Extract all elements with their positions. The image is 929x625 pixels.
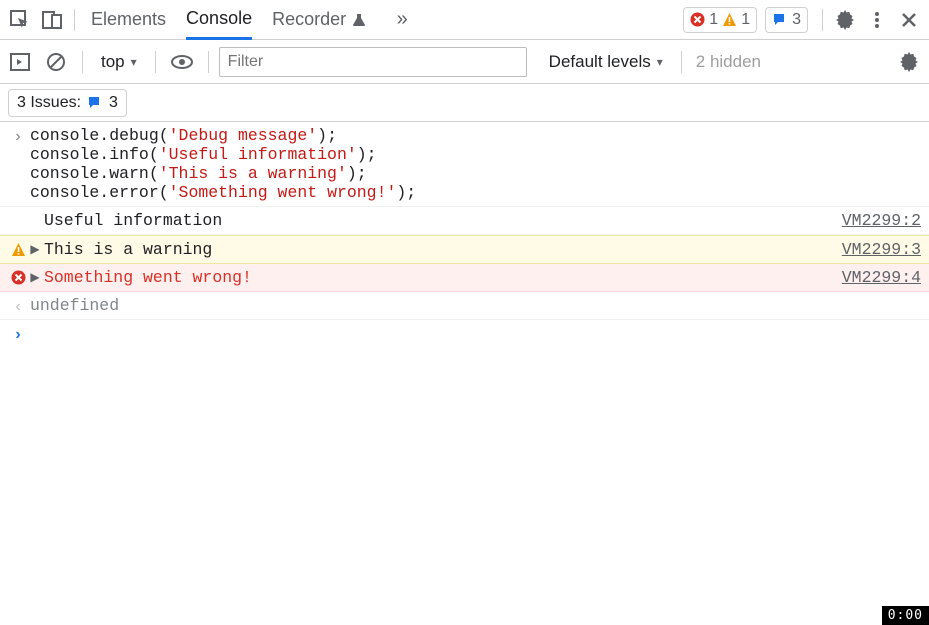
prompt-chevron-icon: › [8,322,28,344]
separator [74,9,75,31]
input-chevron-icon: › [8,124,28,146]
console-settings-icon[interactable] [893,46,925,78]
error-icon [8,266,28,285]
log-source-link[interactable]: VM2299:2 [842,209,921,230]
issue-icon [87,95,103,111]
tab-console[interactable]: Console [186,0,252,40]
clear-console-icon[interactable] [40,46,72,78]
log-row-error: ▶ Something went wrong! VM2299:4 [0,264,929,292]
inspect-icon[interactable] [4,4,36,36]
log-message[interactable]: This is a warning [42,238,842,261]
flask-icon [352,13,366,27]
error-count: 1 [709,11,718,29]
expand-placeholder [28,209,42,213]
tab-elements[interactable]: Elements [91,0,166,40]
log-message[interactable]: Something went wrong! [42,266,842,289]
issues-count: 3 [109,94,118,112]
kebab-icon[interactable] [861,4,893,36]
issue-count: 3 [792,11,801,29]
log-gutter [8,209,28,213]
console-toolbar: top Default levels 2 hidden [0,40,929,84]
tab-recorder[interactable]: Recorder [272,0,366,40]
separator [822,9,823,31]
live-expression-icon[interactable] [166,46,198,78]
separator [681,51,682,73]
settings-icon[interactable] [829,4,861,36]
prompt-input[interactable] [28,322,921,326]
clock-overlay: 0:00 [882,606,929,625]
issues-pill[interactable]: 3 Issues: 3 [8,89,127,117]
devtools-topbar: Elements Console Recorder » 1 1 3 [0,0,929,40]
issues-label: 3 Issues: [17,94,81,112]
more-tabs-icon[interactable]: » [386,4,418,36]
sidebar-toggle-icon[interactable] [4,46,36,78]
console-input-row: › console.debug('Debug message'); consol… [0,122,929,207]
error-warn-badge[interactable]: 1 1 [683,7,757,33]
warn-count: 1 [741,11,750,29]
separator [208,51,209,73]
device-icon[interactable] [36,4,68,36]
tab-recorder-label: Recorder [272,9,346,30]
warning-icon [8,238,28,257]
log-source-link[interactable]: VM2299:4 [842,266,921,287]
issues-badge[interactable]: 3 [765,7,808,33]
close-icon[interactable] [893,4,925,36]
issues-bar: 3 Issues: 3 [0,84,929,122]
expand-icon[interactable]: ▶ [28,238,42,256]
panel-tabs: Elements Console Recorder » [91,0,418,40]
expand-icon[interactable]: ▶ [28,266,42,284]
separator [82,51,83,73]
separator [155,51,156,73]
console-prompt-row[interactable]: › [0,320,929,346]
log-row-info: Useful information VM2299:2 [0,207,929,235]
error-icon [690,12,705,27]
filter-input[interactable] [219,47,527,77]
log-message[interactable]: Useful information [42,209,842,232]
issue-icon [772,12,788,28]
levels-selector[interactable]: Default levels [541,49,671,75]
context-selector[interactable]: top [93,49,145,75]
return-value[interactable]: undefined [28,294,921,317]
log-row-warning: ▶ This is a warning VM2299:3 [0,235,929,264]
hidden-count[interactable]: 2 hidden [696,52,761,72]
log-row-return: ‹ undefined [0,292,929,320]
warning-icon [722,12,737,27]
input-code[interactable]: console.debug('Debug message'); console.… [28,124,921,204]
log-source-link[interactable]: VM2299:3 [842,238,921,259]
return-chevron-icon: ‹ [8,294,28,316]
